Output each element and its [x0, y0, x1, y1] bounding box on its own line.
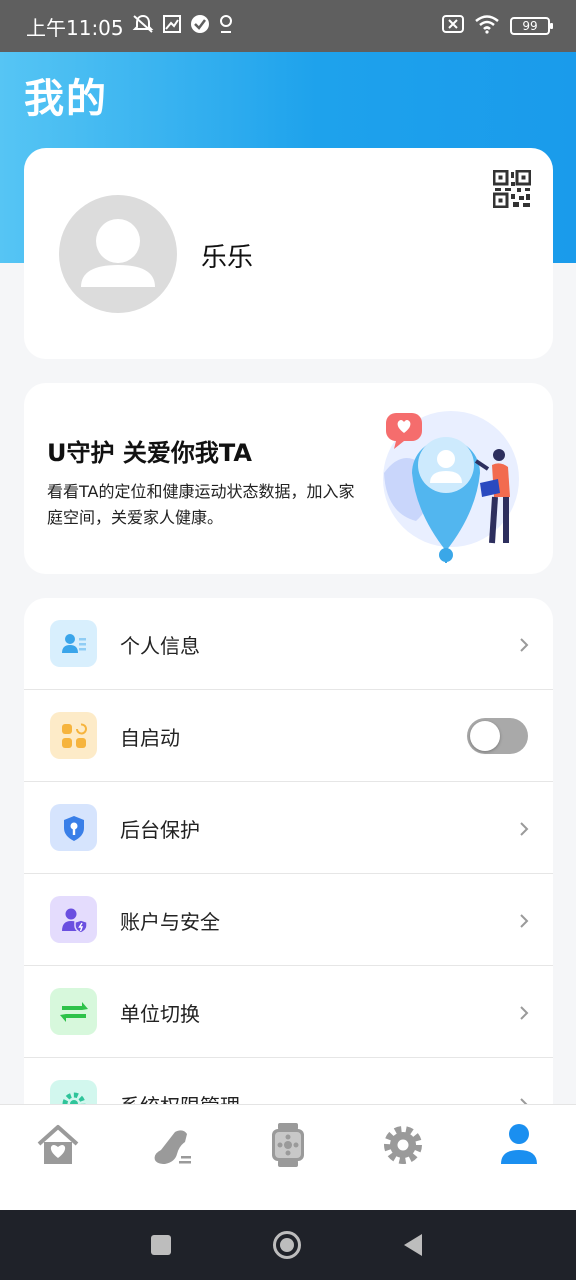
gear-icon	[384, 1126, 422, 1164]
avatar-placeholder-icon[interactable]	[59, 195, 177, 313]
tab-settings[interactable]	[379, 1121, 427, 1169]
menu-item-unit-switch[interactable]: 单位切换	[24, 966, 553, 1058]
sim-off-icon	[442, 15, 464, 37]
profile-card[interactable]: 乐乐	[24, 148, 553, 359]
location-icon	[218, 14, 234, 38]
shield-icon	[50, 804, 97, 851]
tab-home[interactable]	[34, 1121, 82, 1169]
auto-start-toggle[interactable]	[467, 718, 528, 754]
home-heart-icon	[37, 1125, 79, 1164]
page-title: 我的	[24, 76, 108, 122]
tab-sport[interactable]	[148, 1121, 196, 1169]
status-bar: 上午11:05 99	[0, 0, 576, 52]
menu-label-background-protection: 后台保护	[120, 818, 200, 842]
menu-item-background-protection[interactable]: 后台保护	[24, 782, 553, 874]
promo-description: 看看TA的定位和健康运动状态数据，加入家庭空间，关爱家人健康。	[47, 482, 355, 527]
menu-label-account-security: 账户与安全	[120, 910, 220, 934]
swap-icon	[50, 988, 97, 1035]
settings-menu: 个人信息 自启动 后台保护 账户与安全 单位切换	[24, 598, 553, 1118]
chevron-right-icon	[517, 637, 531, 652]
family-guard-banner[interactable]: U守护 关爱你我TA 看看TA的定位和健康运动状态数据，加入家庭空间，关爱家人健…	[24, 383, 553, 574]
chevron-right-icon	[517, 1005, 531, 1020]
bottom-tab-bar	[0, 1104, 576, 1210]
person-card-icon	[50, 620, 97, 667]
back-button[interactable]	[398, 1230, 428, 1260]
home-button[interactable]	[272, 1230, 302, 1260]
menu-item-account-security[interactable]: 账户与安全	[24, 874, 553, 966]
promo-title: U守护 关爱你我TA	[47, 439, 252, 467]
menu-item-personal-info[interactable]: 个人信息	[24, 598, 553, 690]
menu-label-personal-info: 个人信息	[120, 634, 200, 658]
location-person-illustration	[376, 403, 526, 563]
running-shoe-icon	[154, 1130, 191, 1164]
chevron-right-icon	[517, 913, 531, 928]
chevron-right-icon	[517, 821, 531, 836]
status-time: 上午11:05	[26, 15, 124, 40]
wifi-icon	[474, 14, 500, 38]
user-shield-icon	[50, 896, 97, 943]
system-navigation-bar	[0, 1210, 576, 1280]
toggle-knob	[470, 721, 500, 751]
battery-icon: 99	[510, 17, 553, 35]
menu-label-unit-switch: 单位切换	[120, 1002, 200, 1026]
menu-label-auto-start: 自启动	[120, 726, 180, 750]
tab-mine[interactable]	[495, 1121, 543, 1169]
qr-code-icon[interactable]	[492, 169, 532, 209]
person-icon	[501, 1124, 537, 1164]
menu-item-auto-start[interactable]: 自启动	[24, 690, 553, 782]
check-circle-icon	[190, 14, 210, 38]
mute-icon	[132, 14, 154, 38]
recents-button[interactable]	[146, 1230, 176, 1260]
watch-icon	[272, 1123, 304, 1167]
battery-level: 99	[522, 19, 538, 33]
apps-refresh-icon	[50, 712, 97, 759]
tab-device[interactable]	[264, 1121, 312, 1169]
profile-name: 乐乐	[201, 243, 254, 273]
image-icon	[162, 14, 182, 38]
